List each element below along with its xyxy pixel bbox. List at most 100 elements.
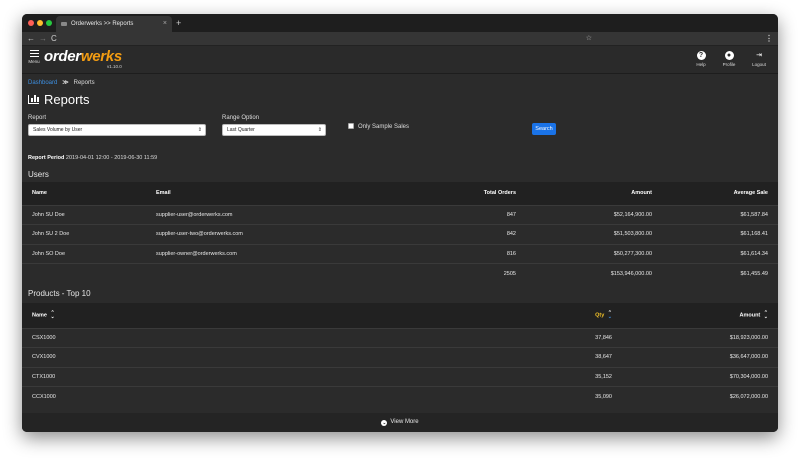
user-total-orders: 847 (326, 204, 526, 225)
reload-icon[interactable]: C (51, 33, 57, 45)
user-email: supplier-user-two@orderwerks.com (146, 224, 326, 244)
breadcrumb: Dashboard ≫ Reports (28, 79, 95, 86)
user-average-sale: $61,168.41 (662, 224, 778, 244)
logout-label: Logout (752, 62, 766, 67)
product-amount: $26,072,000.00 (622, 386, 778, 406)
product-name: CTX1000 (22, 366, 322, 387)
sample-sales-label: Only Sample Sales (358, 124, 410, 130)
bookmark-star-icon[interactable]: ☆ (586, 32, 592, 46)
help-button[interactable]: ? Help (690, 51, 712, 67)
table-header-row: Name Email Total Orders Amount Average S… (22, 182, 778, 205)
column-header-name[interactable]: Name (22, 182, 146, 205)
help-icon: ? (696, 51, 706, 60)
table-row: CSX1000 37,846 $18,923,000.00 (22, 327, 778, 348)
column-header-amount[interactable]: Amount (526, 182, 662, 205)
totals-average-sale: $61,455.49 (662, 263, 778, 283)
totals-amount: $153,946,000.00 (526, 263, 662, 283)
user-name: John SU 2 Doe (22, 224, 146, 244)
range-select[interactable]: Last Quarter ⇕ (222, 124, 326, 136)
page-title: Reports (28, 92, 90, 107)
close-tab-icon[interactable]: × (163, 16, 167, 32)
forward-arrow-icon[interactable]: → (39, 33, 47, 45)
chevron-down-circle-icon: ⌄ (381, 419, 388, 426)
app-logo[interactable]: orderwerks (44, 48, 122, 65)
logout-icon: ⇥ (756, 52, 762, 59)
breadcrumb-current: Reports (73, 80, 95, 86)
page-content: Dashboard ≫ Reports Reports Report Sales V… (22, 75, 778, 432)
product-name: CSX1000 (22, 327, 322, 348)
product-qty: 37,846 (322, 327, 622, 348)
user-email: supplier-user@orderwerks.com (146, 204, 326, 225)
report-period: Report Period 2019-04-01 12:00 - 2019-06… (28, 155, 157, 161)
minimize-window-button[interactable] (37, 20, 43, 26)
user-name: John SU Doe (22, 204, 146, 225)
user-total-orders: 842 (326, 224, 526, 244)
user-name: John SO Doe (22, 243, 146, 264)
sort-icon[interactable]: ⌃ ⌄ (764, 311, 768, 320)
product-qty: 35,090 (322, 386, 622, 406)
breadcrumb-separator-icon: ≫ (62, 80, 69, 86)
user-icon: ● (724, 51, 734, 60)
report-select[interactable]: Sales Volume by User ⇕ (28, 124, 206, 136)
products-table: Name ⌃ ⌄ Qty ⌃ ⌄ Amount ⌃ ⌄ CSX1000 37,8… (22, 303, 778, 406)
profile-label: Profile (722, 62, 736, 67)
logout-button[interactable]: ⇥ Logout (748, 51, 770, 67)
address-bar[interactable] (62, 34, 766, 44)
product-name: CCX1000 (22, 386, 322, 406)
product-amount: $36,647,000.00 (622, 347, 778, 367)
column-header-total-orders[interactable]: Total Orders (326, 182, 526, 205)
table-header-row: Name ⌃ ⌄ Qty ⌃ ⌄ Amount ⌃ ⌄ (22, 303, 778, 328)
profile-button[interactable]: ● Profile (718, 51, 740, 67)
user-amount: $51,503,800.00 (526, 224, 662, 244)
browser-toolbar: ← → C ☆ ⋮ (22, 32, 778, 46)
report-period-label: Report Period (28, 155, 65, 161)
menu-button[interactable]: Menu (27, 50, 41, 64)
breadcrumb-dashboard-link[interactable]: Dashboard (28, 80, 57, 86)
column-header-product-name[interactable]: Name ⌃ ⌄ (22, 303, 322, 328)
users-table: Name Email Total Orders Amount Average S… (22, 182, 778, 283)
sample-sales-option[interactable]: Only Sample Sales (348, 123, 409, 130)
browser-tab[interactable]: Orderwerks >> Reports × (56, 16, 172, 32)
browser-tabbar: Orderwerks >> Reports × + (22, 14, 778, 32)
product-qty: 38,647 (322, 347, 622, 367)
select-arrows-icon: ⇕ (317, 127, 322, 133)
user-amount: $50,277,300.00 (526, 243, 662, 264)
close-window-button[interactable] (28, 20, 34, 26)
new-tab-button[interactable]: + (176, 16, 181, 30)
products-section-title: Products - Top 10 (28, 289, 91, 298)
users-section-title: Users (28, 170, 49, 179)
tab-title: Orderwerks >> Reports (71, 21, 134, 27)
sort-icon[interactable]: ⌃ ⌄ (608, 311, 612, 320)
user-average-sale: $61,587.84 (662, 204, 778, 225)
browser-menu-icon[interactable]: ⋮ (765, 32, 773, 46)
view-more-button[interactable]: ⌄ View More (22, 413, 778, 432)
table-row: John SO Doe supplier-owner@orderwerks.co… (22, 243, 778, 264)
search-button[interactable]: Search (532, 123, 556, 135)
column-header-email[interactable]: Email (146, 182, 326, 205)
bar-chart-icon (28, 95, 39, 104)
product-qty: 35,152 (322, 366, 622, 387)
user-email: supplier-owner@orderwerks.com (146, 243, 326, 264)
product-name: CVX1000 (22, 347, 322, 367)
app-version: v1.10.0 (107, 64, 122, 69)
browser-window: Orderwerks >> Reports × + ← → C ☆ ⋮ Menu… (22, 14, 778, 432)
help-label: Help (696, 62, 706, 67)
user-amount: $52,164,900.00 (526, 204, 662, 225)
column-header-product-amount[interactable]: Amount ⌃ ⌄ (622, 303, 778, 328)
column-header-average-sale[interactable]: Average Sale (662, 182, 778, 205)
product-amount: $18,923,000.00 (622, 327, 778, 348)
user-average-sale: $61,614.34 (662, 243, 778, 264)
app-header: Menu orderwerks v1.10.0 ? Help ● Profile… (22, 46, 778, 74)
table-row: John SU 2 Doe supplier-user-two@orderwer… (22, 224, 778, 244)
hamburger-icon (29, 50, 39, 57)
column-header-qty[interactable]: Qty ⌃ ⌄ (322, 303, 622, 328)
sort-icon[interactable]: ⌃ ⌄ (51, 311, 55, 320)
select-arrows-icon: ⇕ (197, 127, 202, 133)
sample-sales-checkbox[interactable] (348, 123, 354, 129)
table-row: CCX1000 35,090 $26,072,000.00 (22, 386, 778, 406)
maximize-window-button[interactable] (46, 20, 52, 26)
table-row: John SU Doe supplier-user@orderwerks.com… (22, 204, 778, 225)
back-arrow-icon[interactable]: ← (27, 33, 35, 45)
totals-row: 2505 $153,946,000.00 $61,455.49 (22, 263, 778, 283)
product-amount: $70,304,000.00 (622, 366, 778, 387)
